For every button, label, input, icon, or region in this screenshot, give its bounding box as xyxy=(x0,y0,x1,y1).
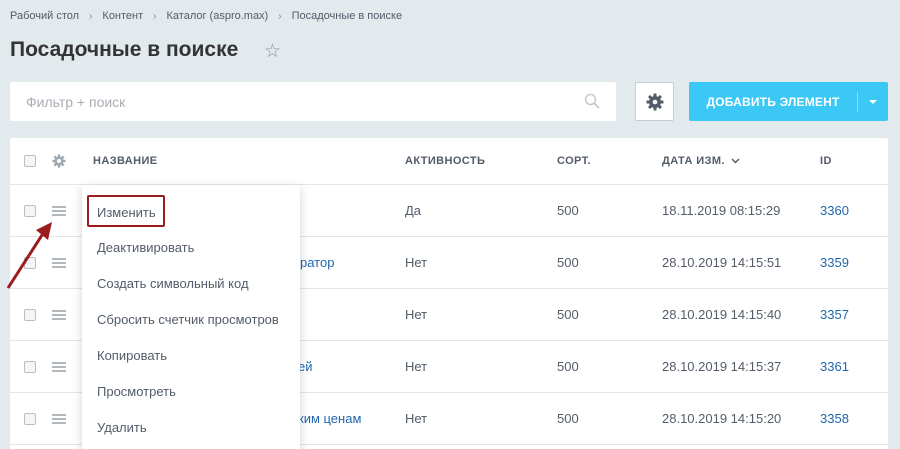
search-icon[interactable] xyxy=(584,93,600,109)
chevron-right-icon: › xyxy=(153,10,157,22)
menu-item-deactivate[interactable]: Деактивировать xyxy=(97,240,194,255)
row-id[interactable]: 3360 xyxy=(820,185,849,236)
menu-item-reset-views[interactable]: Сбросить счетчик просмотров xyxy=(97,312,279,327)
breadcrumb-item[interactable]: Каталог (aspro.max) xyxy=(167,10,269,22)
row-sort: 500 xyxy=(557,255,579,270)
select-all-checkbox[interactable] xyxy=(24,155,36,167)
breadcrumb-item[interactable]: Посадочные в поиске xyxy=(292,10,403,22)
breadcrumb-item[interactable]: Рабочий стол xyxy=(10,10,79,22)
chevron-down-icon xyxy=(731,158,740,164)
row-active: Нет xyxy=(405,411,428,426)
page-title: Посадочные в поиске xyxy=(10,38,239,61)
chevron-right-icon: › xyxy=(278,10,282,22)
menu-item-delete[interactable]: Удалить xyxy=(97,420,147,435)
row-id[interactable]: 3359 xyxy=(820,237,849,288)
row-sort: 500 xyxy=(557,307,579,322)
menu-item-view[interactable]: Просмотреть xyxy=(97,384,176,399)
row-active: Нет xyxy=(405,359,428,374)
row-checkbox[interactable] xyxy=(24,360,36,373)
row-name[interactable]: ей xyxy=(298,341,313,392)
row-sort: 500 xyxy=(557,411,579,426)
column-header-date-label: ДАТА ИЗМ. xyxy=(662,155,725,167)
star-icon[interactable]: ☆ xyxy=(264,42,284,62)
menu-item-create-symbol-code[interactable]: Создать символьный код xyxy=(97,276,249,291)
chevron-right-icon: › xyxy=(89,10,93,22)
add-element-dropdown[interactable] xyxy=(858,99,888,105)
row-name[interactable]: ратор xyxy=(300,237,334,288)
row-date: 18.11.2019 08:15:29 xyxy=(662,203,781,218)
row-active: Нет xyxy=(405,255,428,270)
row-actions-menu-icon[interactable] xyxy=(52,413,66,424)
row-date: 28.10.2019 14:15:20 xyxy=(662,411,782,426)
row-date: 28.10.2019 14:15:40 xyxy=(662,307,782,322)
column-header-active[interactable]: АКТИВНОСТЬ xyxy=(405,138,485,184)
row-actions-menu-icon[interactable] xyxy=(52,361,66,372)
row-active: Нет xyxy=(405,307,428,322)
filter-search-box[interactable] xyxy=(10,82,616,121)
column-header-sort[interactable]: СОРТ. xyxy=(557,138,591,184)
annotation-arrow-icon xyxy=(6,222,52,289)
column-header-name[interactable]: НАЗВАНИЕ xyxy=(93,138,158,184)
row-actions-menu-icon[interactable] xyxy=(52,309,66,320)
gear-icon xyxy=(646,93,663,110)
row-checkbox[interactable] xyxy=(24,412,36,425)
breadcrumb-item[interactable]: Контент xyxy=(102,10,143,22)
chevron-down-icon xyxy=(869,99,877,104)
row-sort: 500 xyxy=(557,203,579,218)
row-checkbox[interactable] xyxy=(24,308,36,321)
column-header-date[interactable]: ДАТА ИЗМ. xyxy=(662,138,740,184)
breadcrumb: Рабочий стол › Контент › Каталог (aspro.… xyxy=(10,10,402,22)
add-element-label: ДОБАВИТЬ ЭЛЕМЕНТ xyxy=(706,94,840,109)
menu-item-copy[interactable]: Копировать xyxy=(97,348,167,363)
add-element-button[interactable]: ДОБАВИТЬ ЭЛЕМЕНТ xyxy=(689,82,888,121)
row-id[interactable]: 3357 xyxy=(820,289,849,340)
grid-header: НАЗВАНИЕ АКТИВНОСТЬ СОРТ. ДАТА ИЗМ. ID xyxy=(10,138,888,185)
gear-icon[interactable] xyxy=(52,154,66,168)
row-date: 28.10.2019 14:15:37 xyxy=(662,359,782,374)
row-sort: 500 xyxy=(557,359,579,374)
grid-settings-button[interactable] xyxy=(635,82,674,121)
row-name[interactable]: ким ценам xyxy=(298,393,361,444)
search-input[interactable] xyxy=(10,82,570,121)
row-date: 28.10.2019 14:15:51 xyxy=(662,255,782,270)
annotation-highlight-box xyxy=(87,195,165,227)
column-header-id[interactable]: ID xyxy=(820,138,832,184)
row-id[interactable]: 3358 xyxy=(820,393,849,444)
row-active: Да xyxy=(405,203,422,218)
row-id[interactable]: 3361 xyxy=(820,341,849,392)
